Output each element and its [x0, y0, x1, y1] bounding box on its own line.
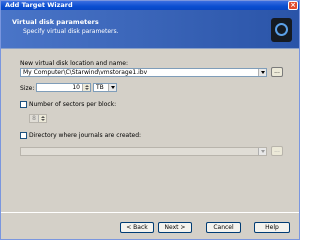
journal-combobox[interactable] [20, 147, 267, 156]
starwind-logo-icon [271, 18, 292, 42]
location-value: My Computer\C\Starwind\vmstorage1.ibv [23, 69, 148, 76]
help-button[interactable]: Help [254, 222, 290, 233]
cancel-button[interactable]: Cancel [206, 222, 241, 233]
wizard-header: Virtual disk parameters Specify virtual … [1, 10, 299, 49]
stepper-arrows-icon[interactable] [38, 115, 46, 122]
title-bar: Add Target Wizard × [1, 1, 299, 10]
page-subtitle: Specify virtual disk parameters. [23, 28, 119, 35]
location-label: New virtual disk location and name: [20, 60, 129, 67]
next-button[interactable]: Next > [158, 222, 192, 233]
page-title: Virtual disk parameters [12, 18, 99, 26]
journal-browse-button[interactable]: ... [271, 146, 283, 156]
size-stepper[interactable]: 10 [36, 83, 91, 92]
size-unit-select[interactable]: TB [93, 83, 117, 92]
sectors-stepper[interactable]: 8 [29, 114, 47, 123]
size-value: 10 [72, 84, 80, 91]
journal-checkbox[interactable] [20, 132, 27, 139]
location-browse-button[interactable]: ... [271, 67, 283, 77]
wizard-window: Add Target Wizard × Virtual disk paramet… [0, 0, 300, 240]
logo-ring [275, 23, 288, 36]
form-area: New virtual disk location and name: My C… [1, 50, 299, 212]
size-unit-value: TB [96, 84, 104, 91]
chevron-down-icon[interactable] [108, 84, 116, 91]
sectors-label: Number of sectors per block: [29, 101, 117, 108]
close-button[interactable]: × [288, 1, 298, 10]
journal-label: Directory where journals are created: [29, 132, 142, 139]
sectors-checkbox[interactable] [20, 101, 27, 108]
close-icon: × [290, 1, 296, 9]
chevron-down-icon[interactable] [258, 69, 266, 76]
footer-divider [1, 212, 299, 213]
location-combobox[interactable]: My Computer\C\Starwind\vmstorage1.ibv [20, 68, 267, 77]
size-label: Size: [20, 85, 35, 92]
stepper-arrows-icon[interactable] [82, 84, 90, 91]
chevron-down-icon[interactable] [258, 148, 266, 155]
window-title: Add Target Wizard [5, 1, 73, 9]
sectors-value: 8 [32, 115, 36, 122]
back-button[interactable]: < Back [120, 222, 154, 233]
